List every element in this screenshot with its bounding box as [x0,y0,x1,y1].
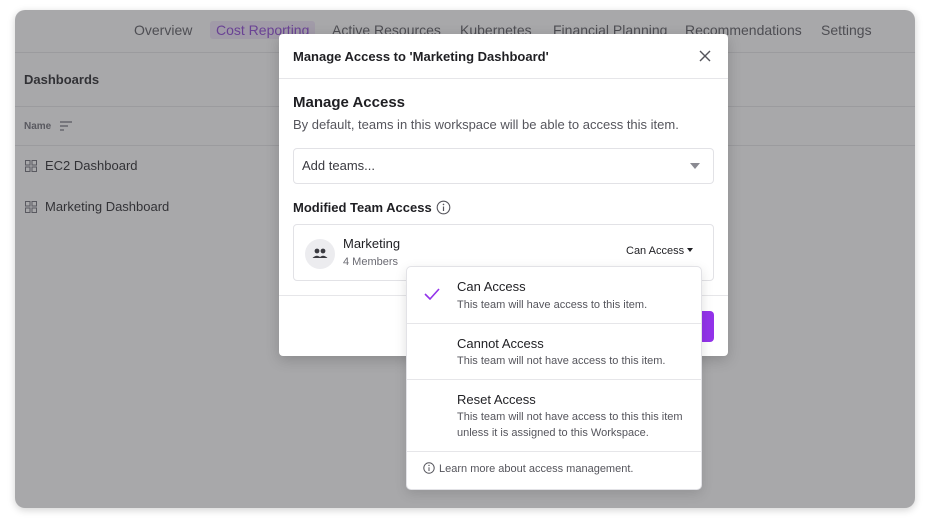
caret-down-icon [687,248,694,253]
add-teams-select[interactable]: Add teams... [293,148,714,184]
access-dropdown-menu: Can Access This team will have access to… [406,266,702,490]
add-teams-placeholder: Add teams... [302,158,375,173]
option-description: This team will have access to this item. [457,299,648,311]
modified-team-access-label: Modified Team Access [293,200,432,215]
option-reset-access[interactable]: Reset Access This team will not have acc… [407,380,701,451]
users-icon [312,248,328,258]
modal-title: Manage Access to 'Marketing Dashboard' [293,49,549,64]
modal-header: Manage Access to 'Marketing Dashboard' [279,34,728,79]
team-avatar [305,239,335,269]
divider [407,451,701,452]
option-description: This team will not have access to this i… [457,355,666,367]
manage-access-description: By default, teams in this workspace will… [293,117,679,132]
learn-more-link[interactable]: Learn more about access management. [423,462,634,475]
option-can-access[interactable]: Can Access This team will have access to… [407,267,701,323]
option-title: Reset Access [457,392,536,407]
check-icon [424,288,440,300]
option-title: Cannot Access [457,336,544,351]
app-window: Overview Cost Reporting Active Resources… [15,10,915,508]
access-level-select[interactable]: Can Access [626,245,694,257]
close-icon[interactable] [696,47,714,65]
manage-access-heading: Manage Access [293,94,406,111]
option-title: Can Access [457,279,526,294]
team-name: Marketing [343,236,401,251]
info-icon [423,462,435,474]
option-cannot-access[interactable]: Cannot Access This team will not have ac… [407,324,701,380]
learn-more-text: Learn more about access management. [439,463,634,475]
option-description: This team will not have access to this t… [457,411,683,439]
chevron-down-icon [690,163,700,169]
info-icon[interactable] [436,200,451,215]
team-member-count: 4 Members [343,256,399,268]
access-level-value: Can Access [626,245,685,257]
